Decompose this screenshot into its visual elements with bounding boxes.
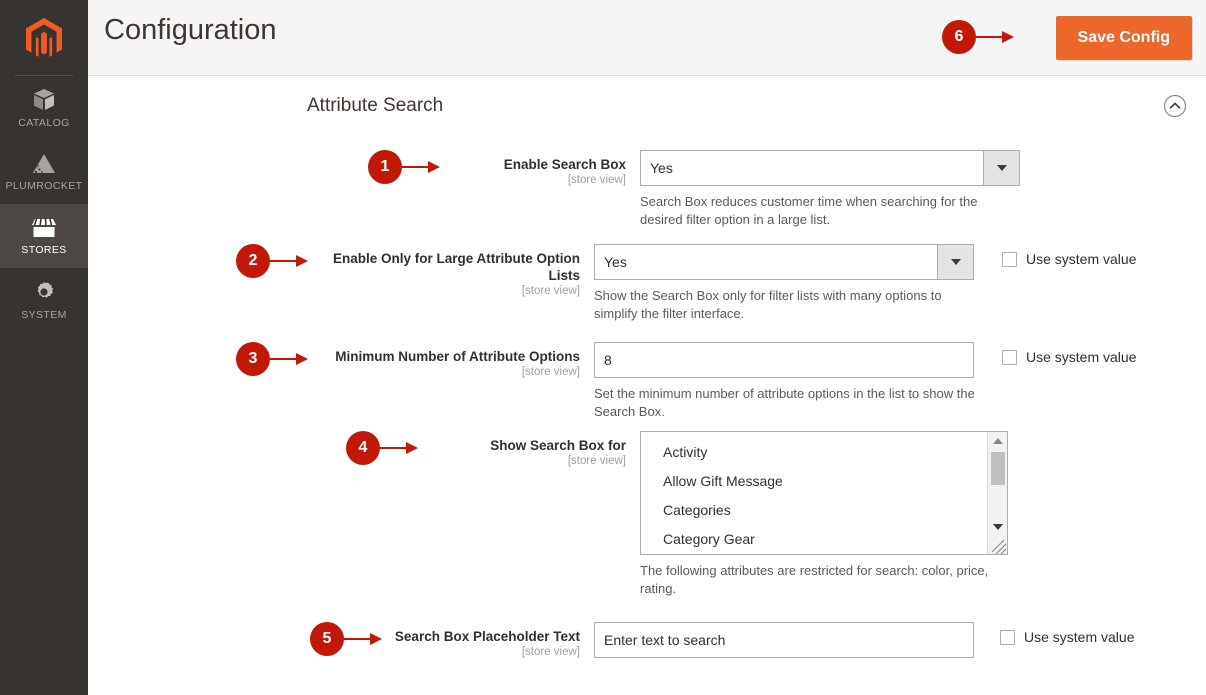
use-system-value-label: Use system value — [1024, 629, 1135, 645]
chevron-down-icon — [937, 245, 973, 279]
field-row-enable-large-lists: 2 Enable Only for Large Attribute Option… — [236, 244, 1136, 323]
callout-arrow-3 — [270, 342, 310, 376]
field-note: Set the minimum number of attribute opti… — [594, 386, 975, 419]
callout-badge-3: 3 — [236, 342, 270, 376]
enable-search-box-select[interactable]: Yes — [640, 150, 1020, 186]
use-system-value-3[interactable]: Use system value — [976, 342, 1136, 365]
page-title: Configuration — [104, 14, 277, 46]
use-system-value-2[interactable]: Use system value — [976, 244, 1136, 267]
magento-admin-page: CATALOG PLUMROCKET STORES SYSTEM Configu… — [0, 0, 1206, 695]
sidebar-item-label: STORES — [21, 244, 67, 256]
storefront-icon — [29, 216, 59, 240]
callout-badge-5: 5 — [310, 622, 344, 656]
box-icon — [31, 87, 57, 113]
enable-large-lists-select[interactable]: Yes — [594, 244, 974, 280]
list-item[interactable]: Categories — [641, 496, 987, 525]
callout-arrow-2 — [270, 244, 310, 278]
field-note: Search Box reduces customer time when se… — [640, 194, 978, 227]
field-scope: [store view] — [521, 366, 580, 378]
callout-arrow-6 — [976, 20, 1016, 54]
sidebar-item-label: CATALOG — [18, 117, 70, 129]
field-label: Enable Search Box — [503, 157, 626, 172]
scroll-down-icon[interactable] — [992, 518, 1003, 536]
field-note: Show the Search Box only for filter list… — [594, 288, 942, 321]
use-system-value-label: Use system value — [1026, 349, 1137, 365]
field-control: Set the minimum number of attribute opti… — [580, 342, 976, 421]
field-note: The following attributes are restricted … — [640, 563, 989, 596]
callout-badge-1: 1 — [368, 150, 402, 184]
scroll-up-icon[interactable] — [992, 432, 1003, 450]
field-scope: [store view] — [567, 174, 626, 186]
select-value: Yes — [604, 254, 627, 270]
select-value: Yes — [650, 160, 673, 176]
field-row-minimum-options: 3 Minimum Number of Attribute Options [s… — [236, 342, 1136, 421]
scrollbar-thumb[interactable] — [990, 452, 1005, 485]
multiselect-scrollbar[interactable] — [987, 432, 1007, 554]
placeholder-text-input[interactable] — [594, 622, 974, 658]
section-title: Attribute Search — [307, 95, 444, 116]
admin-sidebar: CATALOG PLUMROCKET STORES SYSTEM — [0, 0, 88, 695]
resize-grip-icon[interactable] — [988, 536, 1008, 554]
field-label-wrap: Show Search Box for [store view] — [420, 431, 626, 467]
field-label: Show Search Box for — [490, 438, 626, 453]
list-item[interactable]: Activity — [641, 438, 987, 467]
config-content: Attribute Search 1 Enable Search Box [st… — [88, 76, 1206, 695]
sidebar-item-system[interactable]: SYSTEM — [0, 268, 88, 332]
magento-logo-icon — [21, 15, 67, 61]
use-system-value-checkbox[interactable] — [1002, 251, 1017, 267]
sidebar-item-plumrocket[interactable]: PLUMROCKET — [0, 140, 88, 204]
gear-icon — [31, 279, 57, 305]
field-scope: [store view] — [521, 285, 580, 297]
field-control: Yes Search Box reduces customer time whe… — [626, 150, 1022, 229]
field-label-wrap: Search Box Placeholder Text [store view] — [384, 622, 580, 658]
multiselect-options: Activity Allow Gift Message Categories C… — [641, 432, 987, 554]
field-row-show-search-box-for: 4 Show Search Box for [store view] Activ… — [346, 431, 1022, 598]
use-system-value-checkbox[interactable] — [1000, 629, 1015, 645]
callout-badge-2: 2 — [236, 244, 270, 278]
field-label: Enable Only for Large Attribute Option L… — [332, 251, 580, 283]
field-label: Minimum Number of Attribute Options — [335, 349, 580, 364]
field-row-enable-search-box: 1 Enable Search Box [store view] Yes Sea… — [368, 150, 1022, 229]
show-search-box-for-multiselect[interactable]: Activity Allow Gift Message Categories C… — [640, 431, 1008, 555]
sidebar-item-label: PLUMROCKET — [5, 180, 83, 192]
pyramid-icon — [30, 152, 58, 176]
field-control — [580, 622, 974, 658]
field-label-wrap: Minimum Number of Attribute Options [sto… — [310, 342, 580, 378]
save-config-button[interactable]: Save Config — [1055, 16, 1192, 60]
minimum-options-input[interactable] — [594, 342, 974, 378]
page-header: Configuration 6 Save Config — [88, 0, 1206, 76]
use-system-value-label: Use system value — [1026, 251, 1137, 267]
use-system-value-checkbox[interactable] — [1002, 349, 1017, 365]
callout-arrow-4 — [380, 431, 420, 465]
section-header: Attribute Search — [307, 94, 1187, 118]
list-item[interactable]: Category Gear — [641, 525, 987, 554]
field-label-wrap: Enable Search Box [store view] — [442, 150, 626, 186]
field-label-wrap: Enable Only for Large Attribute Option L… — [310, 244, 580, 297]
use-system-value-5[interactable]: Use system value — [974, 622, 1134, 645]
chevron-up-circle-icon[interactable] — [1163, 94, 1187, 118]
sidebar-item-label: SYSTEM — [21, 309, 67, 321]
field-scope: [store view] — [521, 646, 580, 658]
sidebar-item-catalog[interactable]: CATALOG — [0, 76, 88, 140]
field-row-placeholder-text: 5 Search Box Placeholder Text [store vie… — [310, 622, 1134, 658]
sidebar-item-stores[interactable]: STORES — [0, 204, 88, 268]
field-scope: [store view] — [567, 455, 626, 467]
field-label: Search Box Placeholder Text — [394, 629, 580, 644]
callout-badge-6: 6 — [942, 20, 976, 54]
list-item[interactable]: Allow Gift Message — [641, 467, 987, 496]
magento-logo[interactable] — [0, 0, 88, 76]
callout-arrow-1 — [402, 150, 442, 184]
field-control: Activity Allow Gift Message Categories C… — [626, 431, 1022, 598]
chevron-down-icon — [983, 151, 1019, 185]
callout-badge-4: 4 — [346, 431, 380, 465]
callout-arrow-5 — [344, 622, 384, 656]
field-control: Yes Show the Search Box only for filter … — [580, 244, 976, 323]
save-annotation: 6 — [942, 20, 1016, 54]
